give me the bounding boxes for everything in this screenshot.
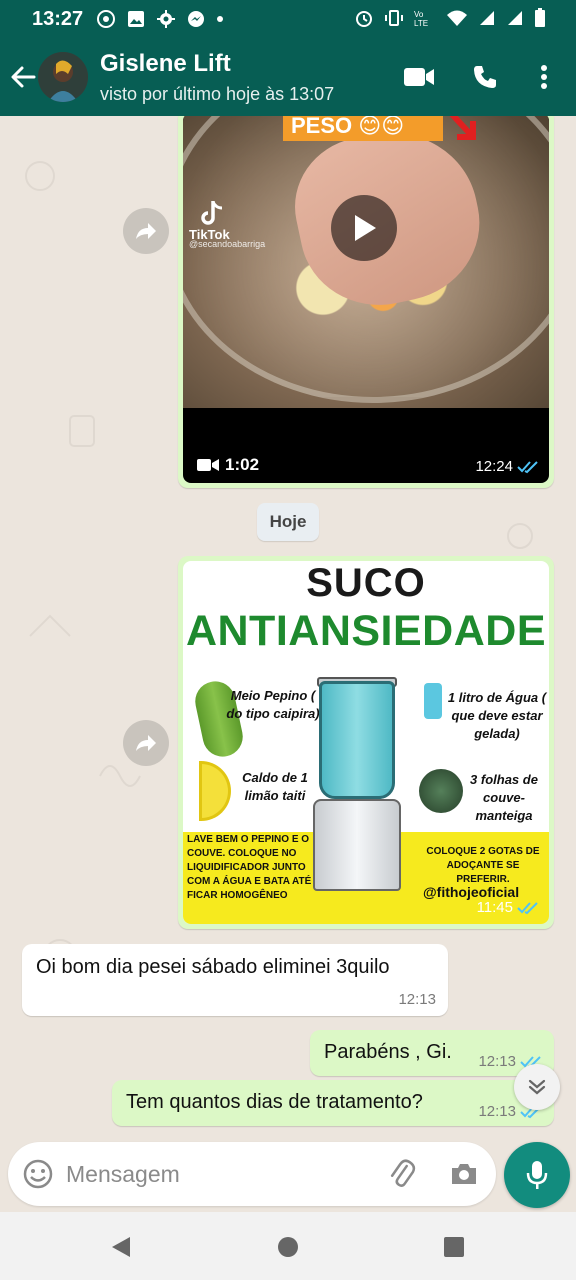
back-button[interactable] bbox=[8, 60, 38, 94]
camera-button[interactable] bbox=[448, 1158, 480, 1190]
blender-base-graphic bbox=[313, 799, 401, 891]
status-bar: 13:27 Vo LTE bbox=[0, 0, 576, 38]
battery-icon bbox=[535, 8, 545, 27]
message-time: 12:13 bbox=[398, 991, 436, 1008]
camera-icon bbox=[452, 1164, 476, 1184]
message-input[interactable] bbox=[66, 1154, 366, 1194]
signal-1-icon bbox=[480, 11, 494, 25]
chrome-notification-icon bbox=[97, 10, 115, 28]
peso-banner-text: PESO bbox=[291, 116, 353, 138]
image-time-text: 11:45 bbox=[476, 899, 513, 916]
play-video-button[interactable] bbox=[331, 195, 397, 261]
poster-title-suco: SUCO bbox=[306, 561, 426, 605]
attach-button[interactable] bbox=[386, 1158, 418, 1190]
emoji-icon bbox=[23, 1159, 53, 1189]
message-text: Tem quantos dias de tratamento? bbox=[126, 1091, 423, 1113]
video-time-text: 12:24 bbox=[475, 458, 513, 475]
triangle-back-icon bbox=[112, 1237, 130, 1257]
chat-area[interactable]: PESO 😊😊 TikTok @secandoabarriga 1:02 12:… bbox=[0, 116, 576, 1144]
scroll-to-bottom-button[interactable] bbox=[514, 1064, 560, 1110]
double-chevron-down-icon bbox=[528, 1079, 546, 1095]
messenger-notification-icon bbox=[188, 11, 204, 27]
alarm-icon bbox=[356, 11, 372, 27]
gallery-notification-icon bbox=[128, 11, 144, 27]
juice-poster-image[interactable]: SUCO ANTIANSIEDADE Meio Pepino ( do tipo… bbox=[183, 561, 549, 924]
blender-jar-graphic bbox=[319, 681, 395, 799]
volte-icon: VoLTE bbox=[414, 10, 428, 28]
red-arrow-icon bbox=[449, 116, 476, 140]
message-text: Oi bom dia pesei sábado eliminei 3quilo bbox=[36, 956, 390, 978]
message-text: Parabéns , Gi. bbox=[324, 1041, 452, 1063]
settings-notification-icon bbox=[157, 10, 175, 28]
message-composer bbox=[8, 1142, 496, 1206]
poster-item-lemon: Caldo de 1 limão taiti bbox=[242, 770, 308, 803]
phone-icon bbox=[474, 66, 496, 88]
emoji-button[interactable] bbox=[22, 1158, 54, 1190]
arrow-left-icon bbox=[11, 66, 36, 88]
contact-name[interactable]: Gislene Lift bbox=[100, 50, 231, 78]
poster-item-kale: 3 folhas de couve-manteiga bbox=[470, 772, 538, 823]
square-recents-icon bbox=[444, 1237, 464, 1257]
poster-instructions-left: LAVE BEM O PEPINO E O COUVE. COLOQUE NO … bbox=[187, 834, 312, 901]
forward-arrow-icon bbox=[136, 223, 156, 239]
tiktok-handle: @secandoabarriga bbox=[189, 239, 266, 249]
paperclip-icon bbox=[390, 1159, 416, 1187]
contact-avatar[interactable] bbox=[38, 52, 88, 102]
voice-call-button[interactable] bbox=[468, 60, 502, 94]
svg-text:LTE: LTE bbox=[414, 19, 428, 28]
kale-graphic bbox=[419, 769, 463, 813]
poster-title-antiansiedade: ANTIANSIEDADE bbox=[185, 607, 547, 655]
video-message-bubble[interactable]: PESO 😊😊 TikTok @secandoabarriga 1:02 12:… bbox=[178, 116, 554, 488]
video-duration-text: 1:02 bbox=[225, 455, 260, 474]
contact-last-seen[interactable]: visto por último hoje às 13:07 bbox=[100, 84, 334, 105]
peso-banner: PESO 😊😊 bbox=[283, 116, 443, 141]
poster-instructions-right: COLOQUE 2 GOTAS DE ADOÇANTE SE PREFERIR. bbox=[426, 846, 540, 885]
poster-item-water: 1 litro de Água ( que deve estar gelada) bbox=[447, 690, 547, 741]
forward-arrow-icon bbox=[136, 735, 156, 751]
nav-back-button[interactable] bbox=[106, 1232, 136, 1262]
avatar-image bbox=[38, 52, 88, 102]
wifi-icon bbox=[447, 10, 467, 26]
vibrate-icon bbox=[385, 10, 403, 26]
double-check-read-icon bbox=[517, 460, 538, 473]
circle-home-icon bbox=[278, 1237, 298, 1257]
nav-recents-button[interactable] bbox=[439, 1232, 469, 1262]
play-icon bbox=[355, 215, 376, 241]
voice-message-button[interactable] bbox=[504, 1142, 570, 1208]
outgoing-message-bubble[interactable]: Parabéns , Gi. 12:13 bbox=[310, 1030, 554, 1076]
video-small-icon bbox=[197, 459, 219, 471]
more-options-button[interactable] bbox=[527, 60, 561, 94]
microphone-icon bbox=[526, 1161, 548, 1189]
forward-video-button[interactable] bbox=[123, 208, 169, 254]
date-divider: Hoje bbox=[257, 503, 319, 541]
signal-2-icon bbox=[508, 11, 522, 25]
video-message-time: 12:24 bbox=[475, 458, 539, 475]
tiktok-icon bbox=[201, 201, 223, 225]
status-time: 13:27 bbox=[32, 8, 84, 30]
message-time: 12:13 bbox=[478, 1053, 516, 1070]
image-message-time: 11:45 bbox=[477, 899, 539, 916]
lemon-graphic bbox=[199, 761, 231, 821]
water-bottle-graphic bbox=[424, 683, 442, 719]
video-duration: 1:02 bbox=[197, 455, 259, 475]
chat-header: Gislene Lift visto por último hoje às 13… bbox=[0, 38, 576, 116]
video-still-image: PESO 😊😊 TikTok @secandoabarriga bbox=[183, 116, 549, 408]
video-thumbnail[interactable]: PESO 😊😊 TikTok @secandoabarriga 1:02 12:… bbox=[183, 116, 549, 483]
incoming-message-bubble[interactable]: Oi bom dia pesei sábado eliminei 3quilo … bbox=[22, 944, 448, 1016]
tiktok-watermark: TikTok bbox=[189, 199, 230, 242]
video-call-button[interactable] bbox=[402, 60, 436, 94]
outgoing-message-bubble[interactable]: Tem quantos dias de tratamento? 12:13 bbox=[112, 1080, 554, 1126]
poster-item-cucumber: Meio Pepino ( do tipo caipira) bbox=[226, 688, 320, 721]
more-notifications-dot-icon bbox=[217, 16, 223, 22]
message-time: 12:13 bbox=[478, 1103, 516, 1120]
video-camera-icon bbox=[404, 68, 434, 86]
android-navigation-bar bbox=[0, 1212, 576, 1280]
kebab-menu-icon bbox=[541, 65, 547, 89]
svg-text:Vo: Vo bbox=[414, 10, 424, 19]
double-check-read-icon bbox=[517, 901, 538, 914]
image-message-bubble[interactable]: SUCO ANTIANSIEDADE Meio Pepino ( do tipo… bbox=[178, 556, 554, 929]
nav-home-button[interactable] bbox=[273, 1232, 303, 1262]
forward-image-button[interactable] bbox=[123, 720, 169, 766]
